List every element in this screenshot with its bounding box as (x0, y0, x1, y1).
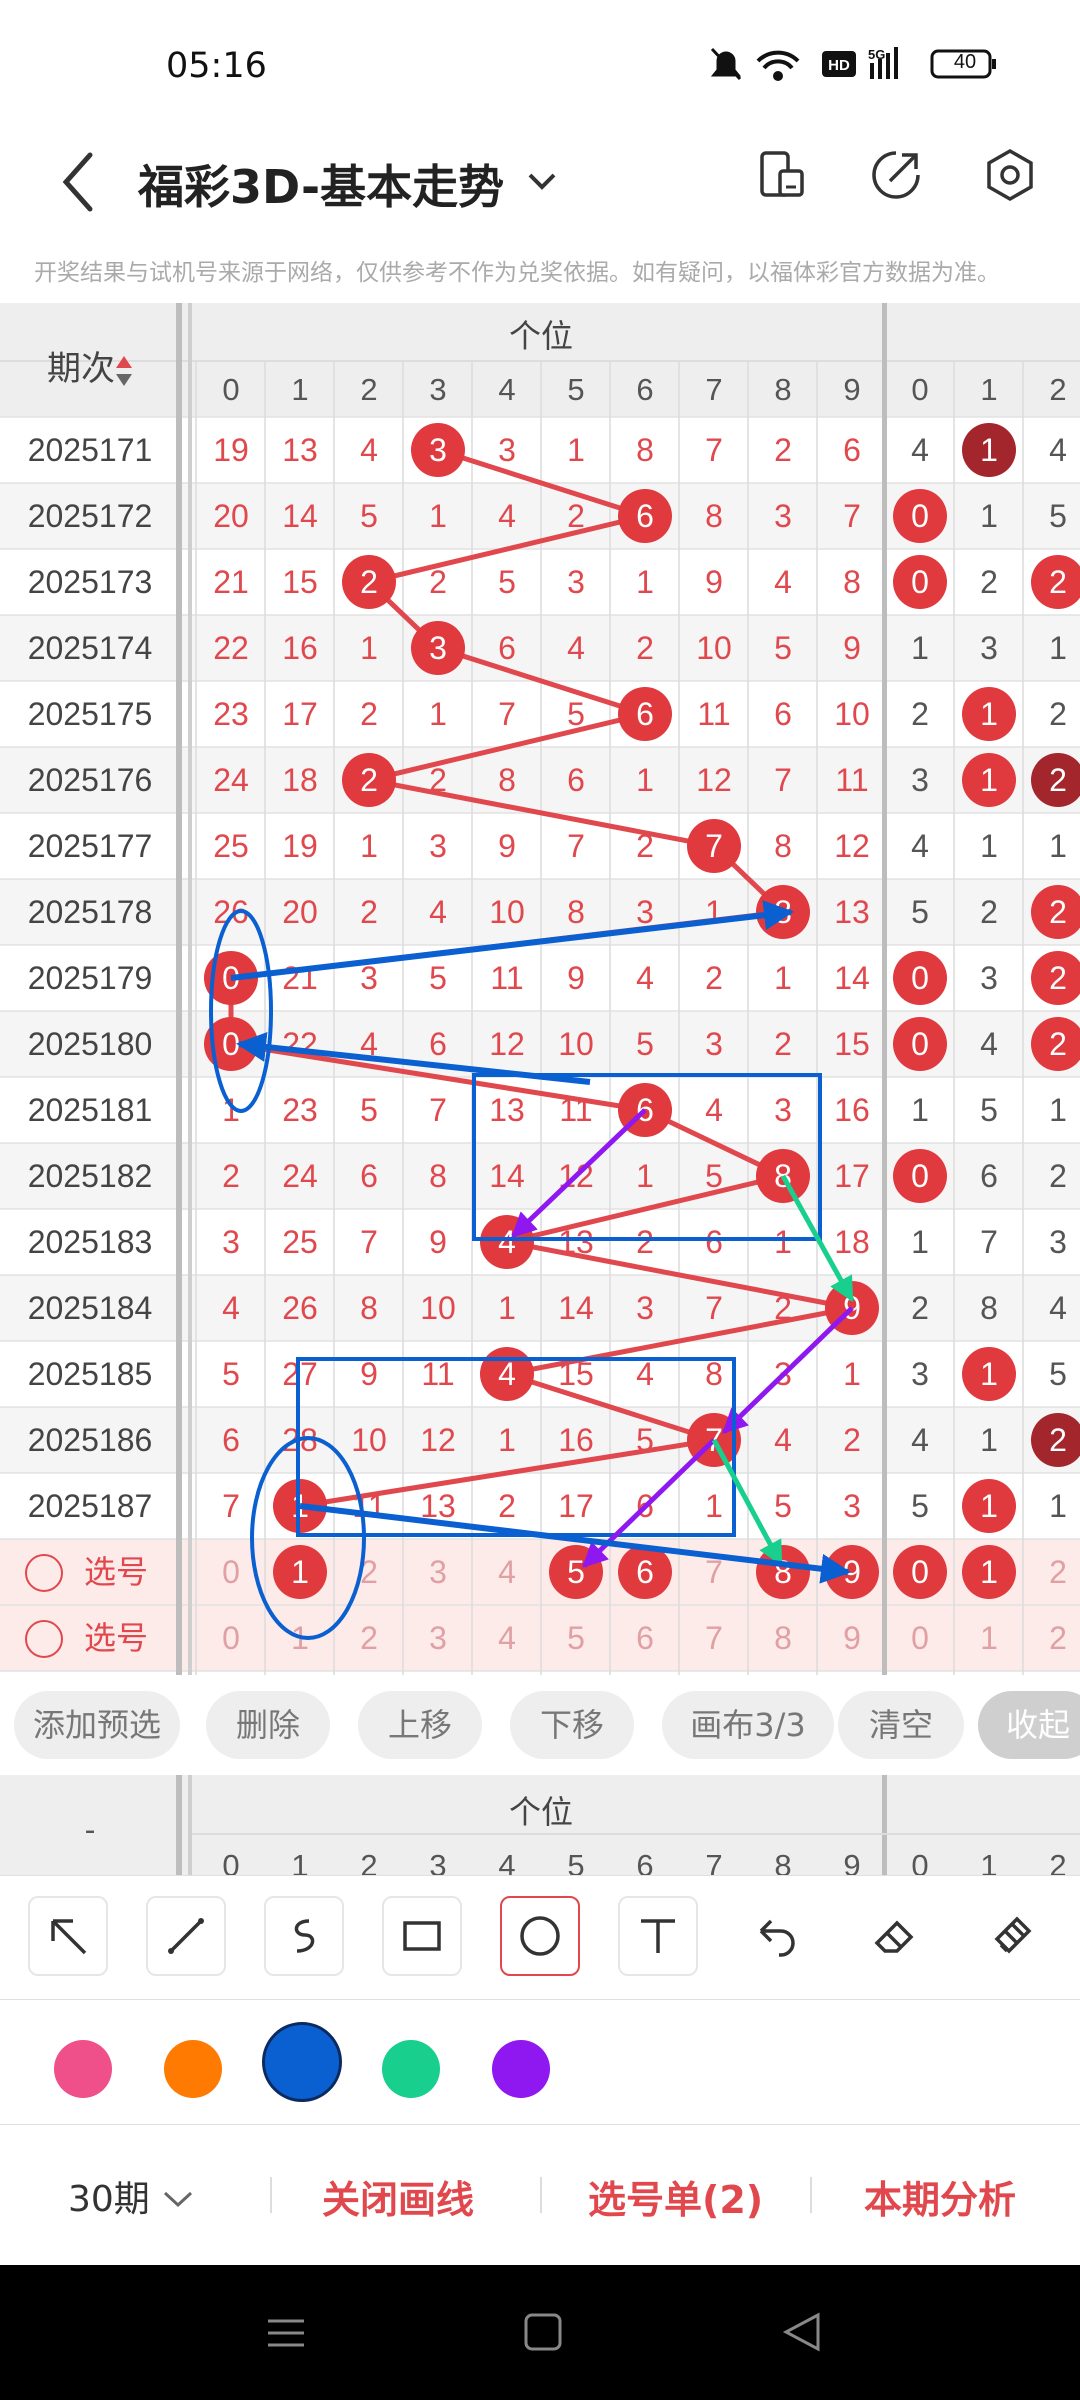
period-selector[interactable]: 30期 (68, 2170, 195, 2222)
action-button-3[interactable]: 下移 (510, 1691, 634, 1759)
battery-level: 40 (953, 51, 977, 73)
digit-header: 7 (705, 1848, 723, 1875)
settings-icon[interactable] (980, 145, 1040, 205)
wifi-icon (756, 50, 800, 81)
digit-header: 4 (498, 1848, 516, 1875)
signal-icon: 5G (868, 47, 898, 79)
period-label: 30期 (68, 2179, 150, 2220)
purple-arrow (511, 1108, 647, 1238)
page-title[interactable]: 福彩3D-基本走势 (138, 151, 504, 217)
drawing-toolbar (0, 1875, 1080, 2000)
chevron-down-icon (164, 2191, 193, 2208)
digit-header: 2 (360, 1848, 378, 1875)
color-blue-swatch[interactable] (262, 2022, 342, 2102)
chevron-down-icon[interactable] (522, 161, 562, 201)
digit-header: 1 (980, 1848, 998, 1875)
circle-tool-icon[interactable] (500, 1896, 580, 1976)
period-analysis-button[interactable]: 本期分析 (864, 2169, 1016, 2224)
svg-text:5G: 5G (868, 47, 885, 62)
line-tool-icon[interactable] (146, 1896, 226, 1976)
blue-rectangle (472, 1073, 822, 1241)
svg-text:HD: HD (828, 57, 850, 74)
blue-ellipse (250, 1436, 366, 1640)
close-lines-button[interactable]: 关闭画线 (322, 2169, 474, 2224)
pick-list-button[interactable]: 选号单(2) (588, 2169, 763, 2224)
rectangle-tool-icon[interactable] (382, 1896, 462, 1976)
second-chart-header: - 个位 0 1 2 3 4 5 6 7 8 9 0 1 2 (0, 1775, 1080, 1875)
action-button-4[interactable]: 画布3/3 (662, 1691, 834, 1759)
digit-header: 5 (567, 1848, 585, 1875)
digit-header: 9 (843, 1848, 861, 1875)
mute-icon (710, 47, 742, 81)
arrow-tool-icon[interactable] (28, 1896, 108, 1976)
bottom-bar: 30期 关闭画线 选号单(2) 本期分析 (0, 2125, 1080, 2265)
text-tool-icon[interactable] (618, 1896, 698, 1976)
layout-icon[interactable] (752, 145, 812, 205)
color-purple-swatch[interactable] (492, 2040, 550, 2098)
system-nav-bar (0, 2265, 1080, 2400)
action-button-2[interactable]: 上移 (358, 1691, 482, 1759)
action-button-6[interactable]: 收起 (978, 1691, 1080, 1759)
freehand-tool-icon[interactable] (264, 1896, 344, 1976)
drawing-overlay (209, 900, 855, 1640)
green-arrow (711, 1438, 784, 1567)
digit-header: 0 (911, 1848, 929, 1875)
blue-ellipse (209, 909, 273, 1113)
status-time: 05:16 (166, 46, 267, 86)
share-icon[interactable] (866, 145, 926, 205)
action-button-0[interactable]: 添加预选 (14, 1691, 180, 1759)
blue-arrow (230, 900, 794, 981)
trend-chart[interactable]: 期次 个位 0 1 2 3 4 5 6 7 8 9 0 1 2 2025171 19 13 4 3 3 1 8 7 2 6 4 1 4 2… (0, 303, 1080, 1675)
disclaimer-text: 开奖结果与试机号来源于网络，仅供参考不作为兑奖依据。如有疑问，以福体彩官方数据为… (34, 260, 1000, 286)
digit-header: 6 (636, 1848, 654, 1875)
digit-header: 3 (429, 1848, 447, 1875)
digit-header: 0 (222, 1848, 240, 1875)
menu-nav-icon (268, 2319, 304, 2347)
digit-header: 1 (291, 1848, 309, 1875)
digit-header: 2 (1049, 1848, 1067, 1875)
color-palette (0, 2000, 1080, 2125)
mini-period-dash: - (84, 1813, 96, 1848)
mini-position-label: 个位 (508, 1793, 573, 1831)
color-pink-swatch[interactable] (54, 2040, 112, 2098)
back-button[interactable] (50, 147, 110, 217)
color-green-swatch[interactable] (382, 2040, 440, 2098)
digit-header: 8 (774, 1848, 792, 1875)
action-button-5[interactable]: 清空 (838, 1691, 964, 1759)
home-nav-icon (524, 2313, 562, 2351)
back-nav-icon (782, 2312, 820, 2352)
action-bar: 添加预选 删除 上移 下移 画布3/3 清空 收起 (0, 1675, 1080, 1775)
status-bar: 05:16 HD 5G 40 (0, 0, 1080, 125)
undo-icon[interactable] (736, 1896, 816, 1976)
color-orange-swatch[interactable] (164, 2040, 222, 2098)
app-header: 福彩3D-基本走势 (0, 125, 1080, 240)
clear-brush-icon[interactable] (972, 1896, 1052, 1976)
action-button-1[interactable]: 删除 (206, 1691, 330, 1759)
eraser-icon[interactable] (854, 1896, 934, 1976)
purple-arrow (722, 1306, 854, 1434)
